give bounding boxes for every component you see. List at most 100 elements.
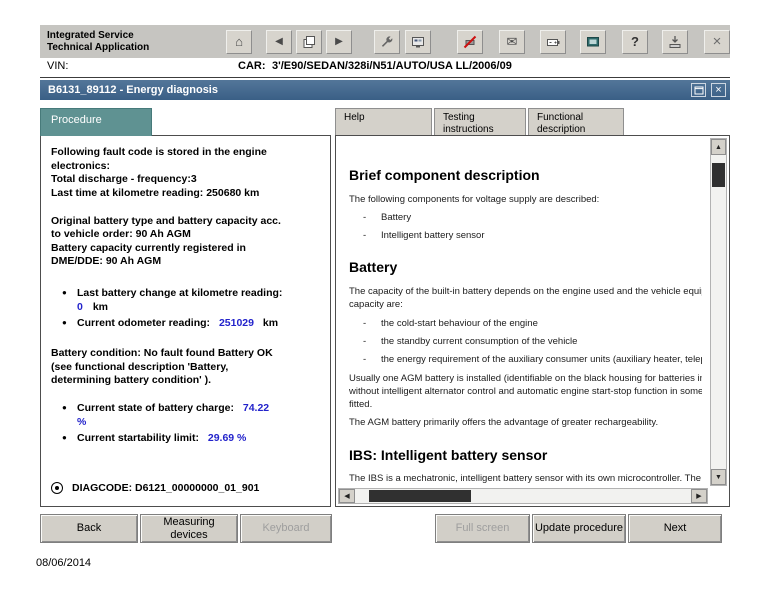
bullet-text: Current state of battery charge: <box>77 401 234 414</box>
battery-condition-block: Battery condition: No fault found Batter… <box>51 347 322 388</box>
section-heading: Battery <box>349 259 398 276</box>
print-button[interactable] <box>580 29 606 54</box>
mail-icon: ✉ <box>506 34 518 49</box>
vertical-scroll-thumb[interactable] <box>712 163 725 187</box>
keyboard-button: Keyboard <box>240 514 332 543</box>
fault-code-line: Total discharge - frequency:3 <box>51 173 197 186</box>
bullet-text: Last battery change at kilometre reading… <box>77 287 283 300</box>
status-date: 08/06/2014 <box>36 557 92 569</box>
mail-button[interactable]: ✉ <box>499 29 525 54</box>
charge-bullets-block: Current state of battery charge: 74.22 %… <box>51 402 322 446</box>
scroll-right-button[interactable]: ▶ <box>691 489 707 503</box>
bullet-unit: km <box>92 300 109 313</box>
scroll-left-icon: ◀ <box>344 493 350 500</box>
question-mark-icon: ? <box>631 34 639 49</box>
paragraph-line: electronics module. The electronics modu… <box>349 486 702 488</box>
diagcode-row[interactable]: DIAGCODE: D6121_00000000_01_901 <box>51 482 259 494</box>
fault-code-block: Following fault code is stored in the en… <box>51 146 322 201</box>
paragraph: The following components for voltage sup… <box>349 193 600 205</box>
update-procedure-button-label: Update procedure <box>534 522 624 535</box>
paragraph: The capacity of the built-in battery dep… <box>349 285 702 312</box>
scroll-left-button[interactable]: ◀ <box>339 489 355 503</box>
back-bottom-button-label: Back <box>76 522 102 535</box>
description-content: Brief component description The followin… <box>338 136 708 487</box>
fault-code-line: electronics: <box>51 159 110 172</box>
update-procedure-button[interactable]: Update procedure <box>532 514 626 543</box>
keyboard-button-label: Keyboard <box>262 522 310 535</box>
bullet-value: 29.69 % <box>207 432 247 445</box>
app-title-line2: Technical Application <box>47 41 150 53</box>
scroll-down-icon: ▼ <box>715 473 722 481</box>
import-button[interactable] <box>662 29 688 54</box>
diagcode-radio-icon[interactable] <box>51 482 63 494</box>
next-button[interactable]: Next <box>628 514 722 543</box>
home-button[interactable]: ⌂ <box>226 29 252 54</box>
restore-window-button[interactable] <box>691 83 706 97</box>
dialog-close-button[interactable]: × <box>711 83 726 97</box>
tab-procedure[interactable]: Procedure <box>40 108 152 136</box>
list-item: Battery <box>349 211 702 224</box>
app-window: Integrated Service Technical Application… <box>0 0 768 593</box>
app-title-line1: Integrated Service <box>47 29 134 41</box>
vin-label: VIN: <box>47 60 69 72</box>
tab-help-label: Help <box>344 112 365 123</box>
help-button[interactable]: ? <box>622 29 648 54</box>
scroll-down-button[interactable]: ▼ <box>711 469 726 485</box>
app-close-button[interactable]: × <box>704 29 730 54</box>
copy-button[interactable] <box>296 29 322 54</box>
vehicle-info-bar: VIN: CAR: 3'/E90/SEDAN/328i/N51/AUTO/USA… <box>40 58 730 78</box>
battery-status-button[interactable] <box>540 29 566 54</box>
forward-button[interactable]: ▶ <box>326 29 352 54</box>
bullet-last-battery-change: Last battery change at kilometre reading… <box>51 287 322 314</box>
battery-type-line: Original battery type and battery capaci… <box>51 214 281 227</box>
battery-condition-line: Battery condition: No fault found Batter… <box>51 347 273 360</box>
tab-testing-instructions-label: Testing instructions <box>443 112 494 135</box>
bullet-startability-limit: Current startability limit: 29.69 % <box>51 432 322 446</box>
battery-condition-line: determining battery condition' ). <box>51 374 212 387</box>
back-button[interactable]: ◀ <box>266 29 292 54</box>
battery-type-line: DME/DDE: 90 Ah AGM <box>51 255 162 268</box>
full-screen-button: Full screen <box>435 514 530 543</box>
connection-button[interactable] <box>457 29 483 54</box>
close-x-icon: × <box>712 33 722 50</box>
bullet-value: 0 <box>77 300 83 313</box>
list-item: the energy requirement of the auxiliary … <box>349 353 702 366</box>
bullet-state-of-charge: Current state of battery charge: 74.22 % <box>51 402 322 429</box>
scroll-right-icon: ▶ <box>696 493 702 500</box>
tab-testing-instructions[interactable]: Testing instructions <box>434 108 526 135</box>
car-label: CAR: <box>238 60 266 72</box>
identification-button[interactable] <box>405 29 431 54</box>
tab-help[interactable]: Help <box>335 108 432 135</box>
back-bottom-button[interactable]: Back <box>40 514 138 543</box>
dialog-title-bar: B6131_89112 - Energy diagnosis × <box>40 80 730 100</box>
measuring-devices-button-label: Measuring devices <box>163 516 215 541</box>
horizontal-scroll-thumb[interactable] <box>369 490 471 502</box>
tab-functional-description[interactable]: Functional description <box>528 108 624 135</box>
tools-button[interactable] <box>374 29 400 54</box>
forward-arrow-icon: ▶ <box>335 35 343 47</box>
home-icon: ⌂ <box>235 34 243 49</box>
download-box-icon <box>669 35 681 48</box>
car-value: 3'/E90/SEDAN/328i/N51/AUTO/USA LL/2006/0… <box>272 60 512 72</box>
battery-type-line: to vehicle order: 90 Ah AGM <box>51 228 191 241</box>
tab-functional-description-label: Functional description <box>537 112 586 135</box>
battery-type-line: Battery capacity currently registered in <box>51 241 246 254</box>
full-screen-button-label: Full screen <box>455 522 510 535</box>
wrench-icon <box>381 35 393 47</box>
scroll-up-icon: ▲ <box>715 143 722 151</box>
scroll-up-button[interactable]: ▲ <box>711 139 726 155</box>
back-arrow-icon: ◀ <box>275 35 283 47</box>
measuring-devices-button[interactable]: Measuring devices <box>140 514 238 543</box>
paragraph-line: capacity are: <box>349 299 403 311</box>
app-title: Integrated Service Technical Application <box>40 30 198 54</box>
vertical-scrollbar[interactable]: ▲ ▼ <box>710 138 727 486</box>
connection-alert-icon <box>463 35 477 48</box>
main-toolbar: Integrated Service Technical Application… <box>40 25 730 58</box>
section-heading: IBS: Intelligent battery sensor <box>349 446 548 463</box>
paragraph-line: The IBS is a mechatronic, intelligent ba… <box>349 473 702 485</box>
bullet-text: Current odometer reading: <box>77 317 211 330</box>
horizontal-scrollbar[interactable]: ◀ ▶ <box>338 488 708 504</box>
paragraph-line: fitted. <box>349 399 373 411</box>
next-button-label: Next <box>663 522 687 535</box>
bullet-unit: km <box>262 317 279 330</box>
